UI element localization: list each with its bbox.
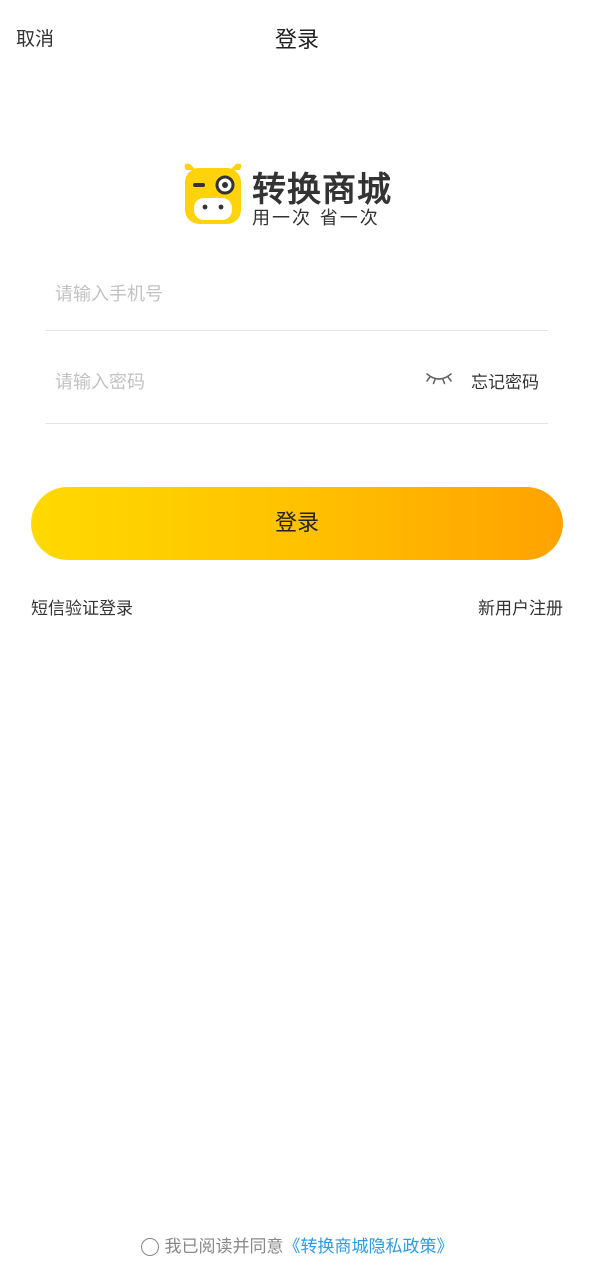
privacy-agreement: 我已阅读并同意《转换商城隐私政策》: [0, 1232, 594, 1257]
register-link[interactable]: 新用户注册: [478, 594, 563, 619]
login-button[interactable]: 登录: [31, 487, 563, 560]
agreement-checkbox[interactable]: [140, 1238, 159, 1256]
forgot-password-link[interactable]: 忘记密码: [471, 368, 539, 393]
cow-mascot-icon: [184, 163, 242, 224]
privacy-policy-link[interactable]: 《转换商城隐私政策》: [284, 1237, 454, 1257]
eye-closed-icon[interactable]: [425, 368, 453, 388]
login-page: 取消 登录 转换商城 用一次 省一次 请输入手机号 忘记密码 登录 短信验证登录…: [0, 0, 594, 1280]
agreement-text: 我已阅读并同意: [164, 1237, 284, 1257]
password-field-row: 忘记密码: [45, 342, 548, 424]
phone-field-row: [45, 258, 548, 331]
password-input[interactable]: [55, 342, 395, 423]
app-logo: 转换商城 用一次 省一次: [180, 160, 420, 230]
phone-input[interactable]: [55, 258, 395, 330]
brand-slogan: 用一次 省一次: [252, 208, 380, 229]
page-title: 登录: [274, 28, 319, 53]
sms-login-link[interactable]: 短信验证登录: [31, 594, 133, 619]
